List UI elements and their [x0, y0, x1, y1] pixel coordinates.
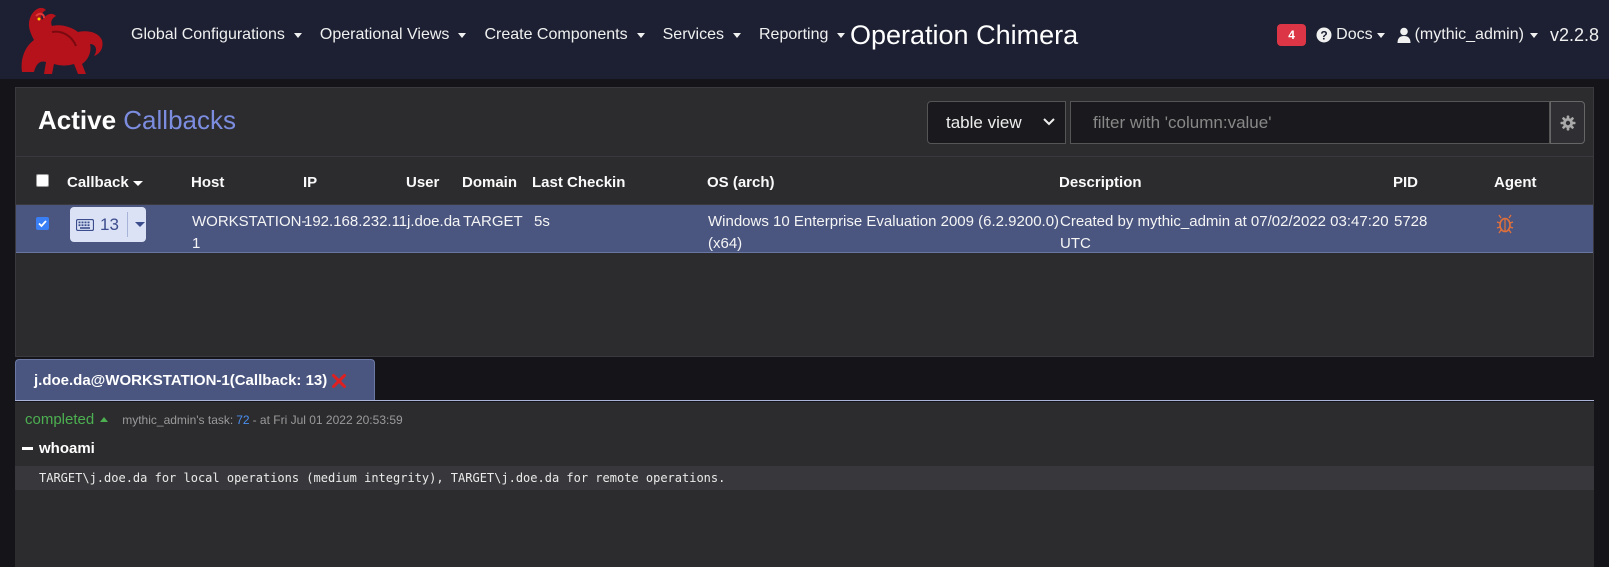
column-header-domain[interactable]: Domain	[462, 174, 517, 191]
mythic-logo[interactable]	[12, 2, 106, 76]
host-line-1: WORKSTATION-	[192, 213, 307, 230]
menu-label: Services	[662, 26, 724, 43]
cell-agent[interactable]	[1496, 214, 1514, 241]
nav-menu-bar: Global Configurations Operational Views …	[131, 26, 863, 44]
tab-label: j.doe.da@WORKSTATION-1(Callback: 13)	[34, 372, 328, 389]
panel-header: Active Callbacks table view filter with …	[16, 88, 1593, 157]
title-main: Active	[38, 105, 117, 135]
column-label: Callback	[67, 174, 129, 191]
task-owner: mythic_admin's task:	[122, 412, 234, 427]
select-all-checkbox[interactable]	[36, 174, 49, 187]
view-mode-value: table view	[946, 112, 1022, 132]
active-callbacks-panel: Active Callbacks table view filter with …	[15, 87, 1594, 357]
task-output: TARGET\j.doe.da for local operations (me…	[15, 466, 1594, 490]
cell-last-checkin: 5s	[534, 213, 550, 230]
task-output-area: completed mythic_admin's task: 72 - at F…	[15, 402, 1594, 567]
chevron-down-icon[interactable]	[134, 222, 145, 227]
sort-desc-icon	[132, 180, 143, 186]
chevron-down-icon	[1043, 118, 1055, 126]
task-time: - at Fri Jul 01 2022 20:53:59	[252, 412, 403, 427]
host-line-2: 1	[192, 235, 201, 252]
title-accent: Callbacks	[123, 105, 236, 135]
cell-domain: TARGET	[463, 213, 523, 230]
chevron-up-icon	[100, 417, 109, 422]
cell-user: j.doe.da	[407, 213, 461, 230]
chevron-down-icon	[458, 32, 467, 38]
table-settings-button[interactable]	[1550, 101, 1585, 144]
button-divider	[126, 212, 128, 237]
top-navbar: Global Configurations Operational Views …	[0, 0, 1609, 79]
menu-create-components[interactable]: Create Components	[484, 26, 645, 44]
operation-title[interactable]: Operation Chimera	[850, 20, 1078, 51]
column-header-description[interactable]: Description	[1059, 174, 1142, 191]
task-status[interactable]: completed	[25, 411, 109, 428]
chevron-down-icon	[732, 32, 741, 38]
menu-label: Operational Views	[319, 26, 450, 43]
os-line-1: Windows 10 Enterprise Evaluation 2009 (6…	[708, 213, 1060, 230]
task-output-text: TARGET\j.doe.da for local operations (me…	[39, 471, 726, 485]
keyboard-icon	[76, 218, 94, 231]
os-line-2: (x64)	[708, 235, 743, 252]
menu-label: Create Components	[484, 26, 628, 43]
filter-input[interactable]: filter with 'column:value'	[1070, 101, 1550, 144]
check-icon	[38, 220, 47, 228]
column-header-agent[interactable]: Agent	[1494, 174, 1537, 191]
bug-icon	[1496, 214, 1514, 234]
column-header-host[interactable]: Host	[191, 174, 224, 191]
svg-text:?: ?	[1320, 29, 1327, 43]
task-id-link[interactable]: 72	[236, 413, 249, 427]
docs-menu[interactable]: ? Docs	[1316, 26, 1385, 44]
column-header-user[interactable]: User	[406, 174, 439, 191]
menu-operational-views[interactable]: Operational Views	[320, 26, 467, 44]
column-header-callback[interactable]: Callback	[67, 174, 143, 191]
column-header-pid[interactable]: PID	[1393, 174, 1418, 191]
user-label: (mythic_admin)	[1414, 26, 1524, 43]
panel-title: Active Callbacks	[38, 105, 236, 136]
filter-placeholder: filter with 'column:value'	[1093, 112, 1272, 132]
view-mode-select[interactable]: table view	[927, 101, 1066, 144]
menu-label: Reporting	[758, 26, 829, 43]
tab-callback-13[interactable]: j.doe.da@WORKSTATION-1(Callback: 13)	[15, 359, 375, 401]
collapse-icon[interactable]	[22, 447, 33, 450]
callback-interact-button[interactable]: 13	[70, 207, 146, 242]
cell-ip: 192.168.232.11	[304, 213, 408, 230]
chevron-down-icon	[837, 32, 846, 38]
nav-right-group: 4 ? Docs (mythic_admin) v2.2.8	[1277, 24, 1599, 46]
user-icon	[1397, 27, 1411, 43]
cell-host: WORKSTATION- 1	[192, 211, 306, 255]
user-menu[interactable]: (mythic_admin)	[1397, 26, 1538, 44]
description-line-2: UTC	[1060, 235, 1091, 252]
column-header-os[interactable]: OS (arch)	[707, 174, 775, 191]
menu-reporting[interactable]: Reporting	[758, 26, 846, 44]
chevron-down-icon	[1529, 32, 1538, 38]
docs-label: Docs	[1336, 26, 1373, 43]
table-row[interactable]: 13 WORKSTATION- 1 192.168.232.11 j.doe.d…	[16, 205, 1593, 253]
status-label: completed	[25, 411, 95, 428]
callback-id: 13	[100, 214, 119, 234]
alert-count-badge[interactable]: 4	[1277, 24, 1307, 46]
chevron-down-icon	[1376, 32, 1385, 38]
task-command: whoami	[39, 440, 95, 457]
column-header-last-checkin[interactable]: Last Checkin	[532, 174, 625, 191]
chevron-down-icon	[293, 32, 302, 38]
version-label: v2.2.8	[1549, 24, 1599, 45]
description-line-1: Created by mythic_admin at 07/02/2022 03…	[1060, 213, 1389, 230]
gear-icon	[1560, 115, 1575, 130]
column-header-ip[interactable]: IP	[303, 174, 317, 191]
cell-os: Windows 10 Enterprise Evaluation 2009 (6…	[708, 211, 1059, 255]
help-icon: ?	[1316, 27, 1332, 43]
row-checkbox[interactable]	[36, 217, 49, 230]
menu-services[interactable]: Services	[663, 26, 741, 44]
cell-pid: 5728	[1394, 213, 1428, 230]
task-command-row[interactable]: whoami	[22, 440, 95, 457]
tab-underline	[15, 400, 1594, 401]
table-header: Callback Host IP User Domain Last Checki…	[16, 157, 1593, 205]
menu-label: Global Configurations	[131, 26, 285, 43]
cell-description: Created by mythic_admin at 07/02/2022 03…	[1060, 211, 1389, 255]
task-meta: completed mythic_admin's task: 72 - at F…	[25, 411, 403, 428]
menu-global-configurations[interactable]: Global Configurations	[131, 26, 302, 44]
close-icon[interactable]	[331, 373, 347, 389]
chevron-down-icon	[636, 32, 645, 38]
